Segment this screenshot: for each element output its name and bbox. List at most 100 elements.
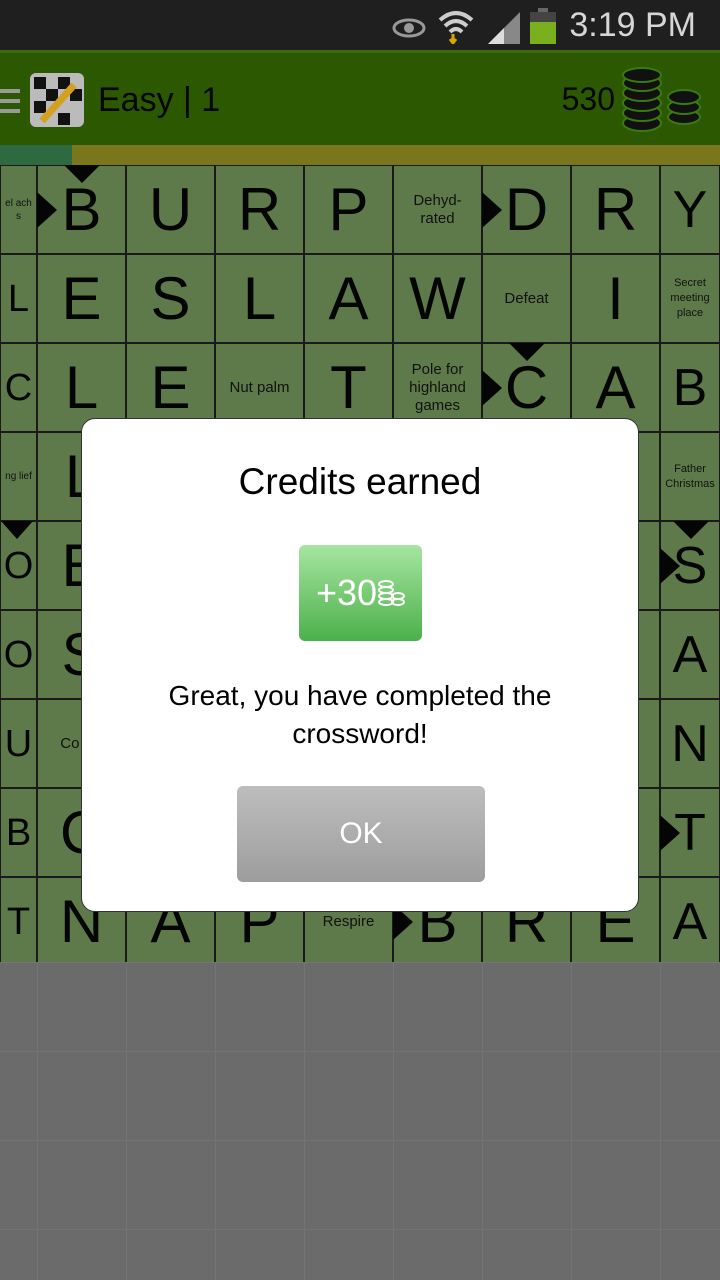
status-bar: 3:19 PM [0,0,720,50]
credits-count: 530 [561,81,615,117]
arrow-right-icon [482,370,502,406]
arrow-right-icon [660,815,680,851]
cell-letter: A [672,625,708,684]
arrow-down-icon [1,521,33,539]
letter-cell[interactable]: B [660,343,720,432]
cell-letter: A [672,892,708,951]
cell-letter: E [61,264,102,332]
cell-letter: D [504,175,549,243]
cell-letter: U [148,175,193,243]
letter-cell[interactable]: U [0,699,37,788]
letter-cell[interactable]: S [126,254,215,343]
progress-fill [0,145,72,165]
menu-icon[interactable] [0,89,20,119]
wifi-icon [438,11,474,44]
letter-cell[interactable]: T [660,788,720,877]
cell-letter: O [3,633,34,676]
cell-letter: A [595,353,636,421]
letter-cell[interactable]: U [126,165,215,254]
clue-text: Defeat [504,289,549,307]
app-bar: Easy | 1 530 [0,50,720,145]
letter-cell[interactable]: B [37,165,126,254]
cell-letter: R [237,175,282,243]
level-title: Easy | 1 [98,81,221,119]
cell-letter: E [150,353,191,421]
clue-cell[interactable]: Dehyd-rated [393,165,482,254]
clue-text: Father Christmas [665,462,715,490]
cell-letter: S [150,264,191,332]
letter-cell[interactable]: B [0,788,37,877]
cell-letter: P [328,175,369,243]
cell-letter: B [672,358,708,417]
letter-cell[interactable]: R [571,165,660,254]
letter-cell[interactable]: I [571,254,660,343]
cell-letter: C [4,366,33,409]
letter-cell[interactable]: D [482,165,571,254]
cell-letter: A [328,264,369,332]
empty-grid-area [0,962,720,1280]
clue-cell[interactable]: Father Christmas [660,432,720,521]
clue-text: Nut palm [229,378,290,396]
letter-cell[interactable]: W [393,254,482,343]
cell-letter: L [242,264,277,332]
dialog-title: Credits earned [238,461,482,502]
arrow-right-icon [37,192,57,228]
letter-cell[interactable]: R [215,165,304,254]
letter-cell[interactable]: L [0,254,37,343]
letter-cell[interactable]: E [37,254,126,343]
clue-text: Dehyd-rated [413,191,462,227]
letter-cell[interactable]: S [660,521,720,610]
cell-letter: L [7,277,30,320]
clue-cell[interactable]: Defeat [482,254,571,343]
letter-cell[interactable]: L [215,254,304,343]
arrow-down-icon [64,165,100,183]
battery-icon [530,8,556,44]
cell-letter: U [4,722,33,765]
cell-letter: L [64,353,99,421]
cell-letter: O [3,544,34,587]
clue-cell[interactable]: ng lief [0,432,37,521]
cell-letter: T [330,353,367,421]
cell-letter: W [409,264,466,332]
progress-bar [0,145,720,165]
cell-letter: T [6,900,31,943]
letter-cell[interactable]: N [660,699,720,788]
signal-icon [488,12,520,44]
cell-letter: B [5,811,32,854]
arrow-right-icon [482,192,502,228]
clue-text: Respire [322,912,375,930]
letter-cell[interactable]: A [660,610,720,699]
cell-letter: N [671,714,709,773]
letter-cell[interactable]: O [0,610,37,699]
cell-letter: R [593,175,638,243]
ok-button[interactable]: OK [237,786,485,882]
clue-text: ng lief [5,471,32,482]
clue-text: el ach s [5,197,32,222]
cell-letter: I [607,264,624,332]
letter-cell[interactable]: A [304,254,393,343]
arrow-down-icon [673,521,709,539]
letter-cell[interactable]: T [0,877,37,966]
cell-letter: B [61,175,102,243]
clue-text: Pole for highland games [409,360,466,414]
clue-text: Secret meeting place [670,277,710,319]
clock: 3:19 PM [569,6,696,44]
arrow-down-icon [509,343,545,361]
cell-letter: Y [672,180,708,239]
letter-cell[interactable]: A [660,877,720,966]
crossword-logo-icon[interactable] [30,73,84,127]
cell-letter: C [504,353,549,421]
coins-icon [622,67,701,132]
credits-badge: +30 [299,545,422,641]
credits-dialog: Credits earned +30 Great, you have compl… [81,418,639,912]
letter-cell[interactable]: O [0,521,37,610]
clue-cell[interactable]: Secret meeting place [660,254,720,343]
letter-cell[interactable]: P [304,165,393,254]
coins-icon [378,580,406,606]
arrow-right-icon [660,548,680,584]
dialog-message: Great, you have completed the crossword! [168,680,552,749]
letter-cell[interactable]: C [0,343,37,432]
clue-cell[interactable]: el ach s [0,165,37,254]
credits-amount: +30 [315,572,378,613]
letter-cell[interactable]: Y [660,165,720,254]
